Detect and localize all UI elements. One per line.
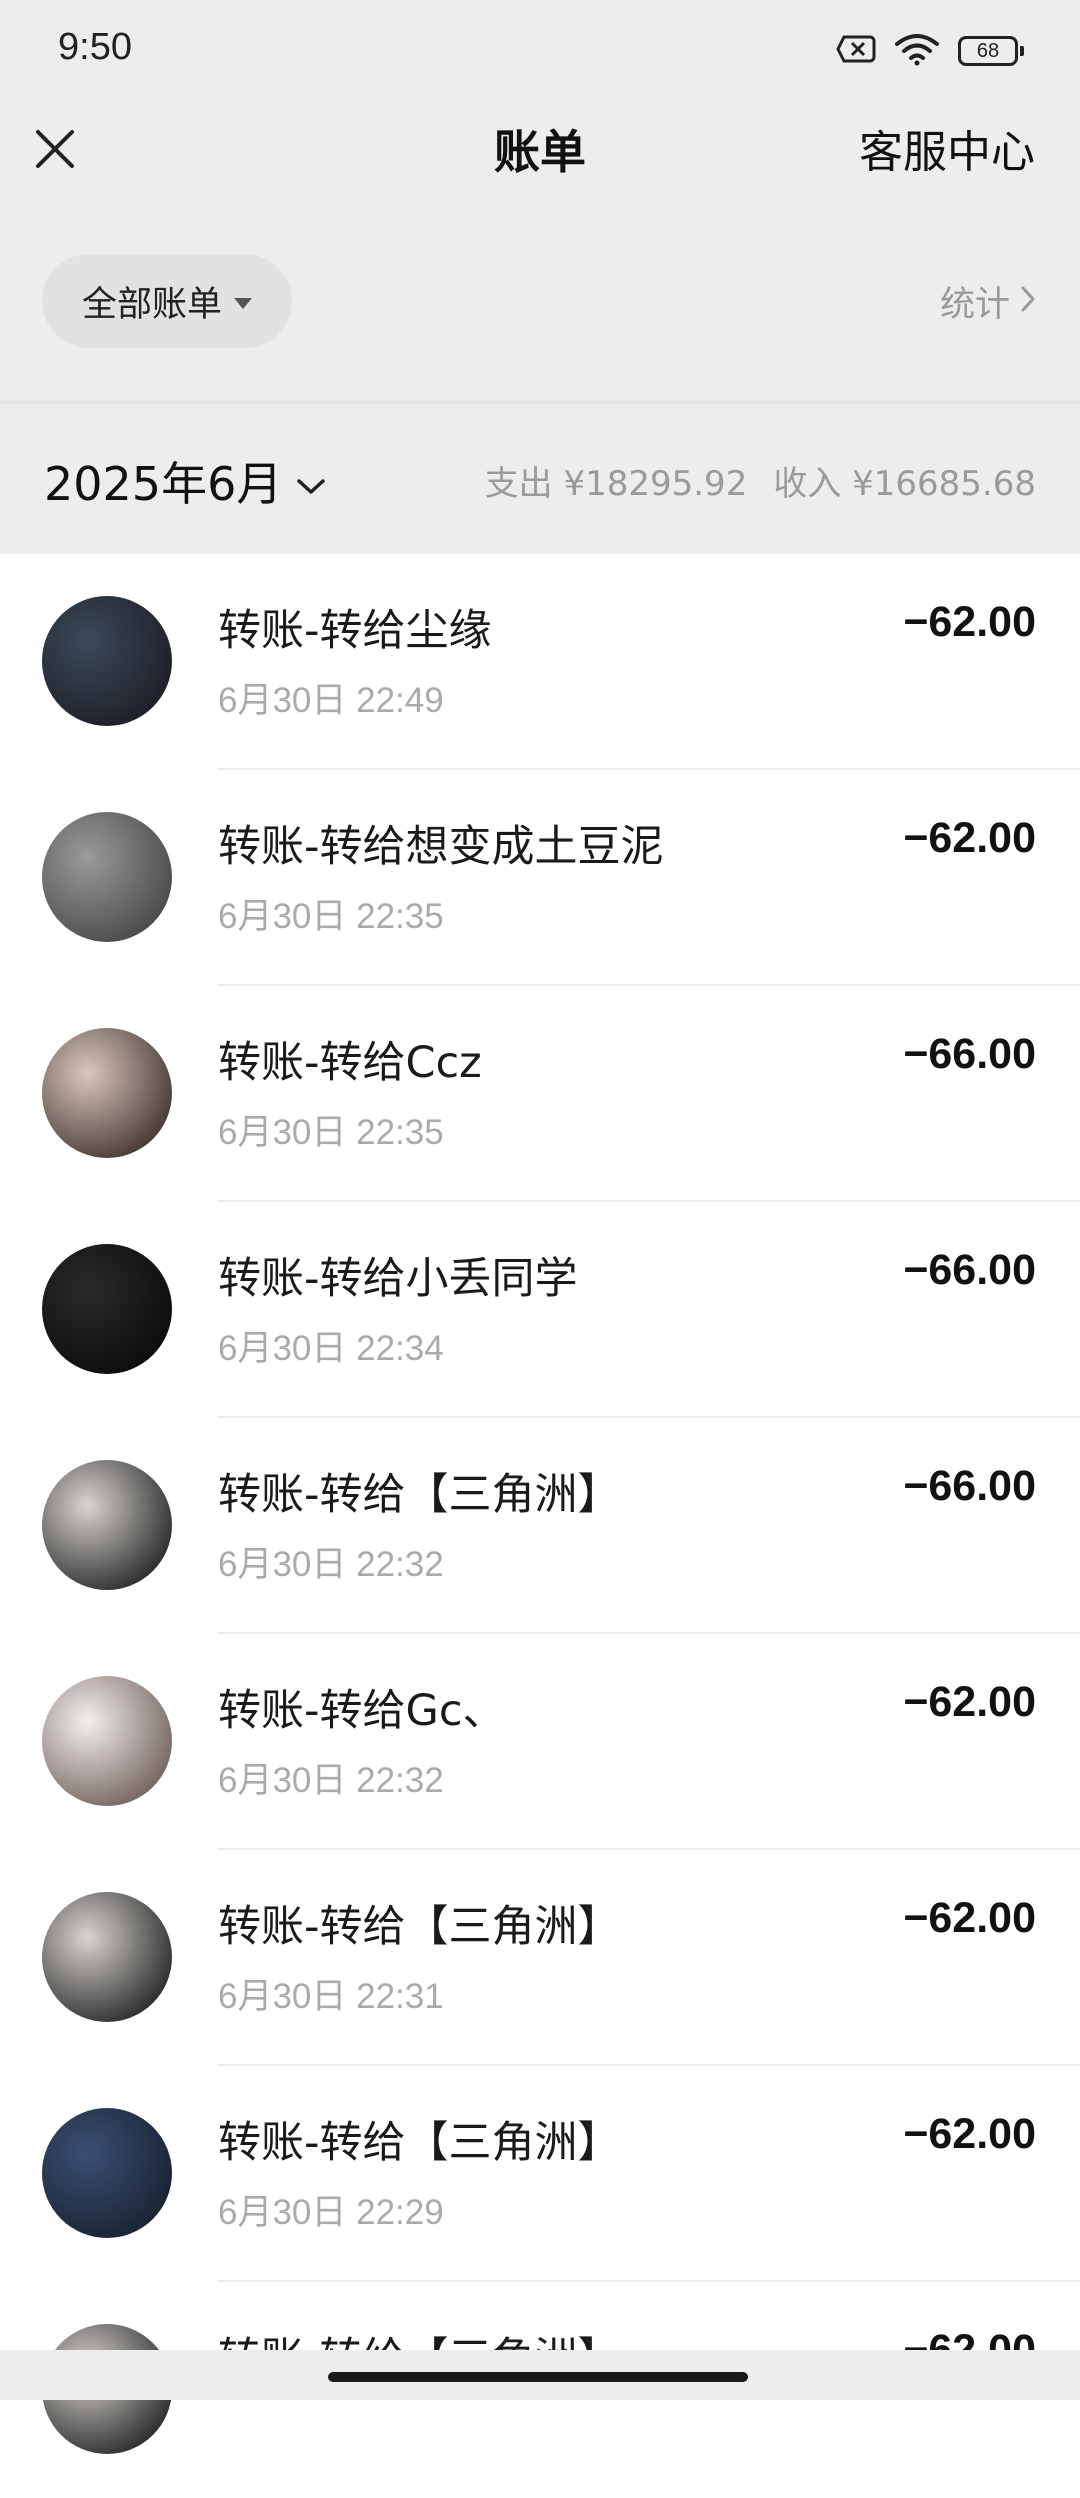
avatar (42, 1028, 172, 1158)
transaction-time: 6月30日 22:35 (218, 897, 444, 936)
avatar (42, 812, 172, 942)
home-indicator[interactable] (328, 2372, 748, 2382)
battery-icon: 68 (958, 36, 1024, 66)
transaction-row[interactable]: 转账-转给Gc、 6月30日 22:32 −62.00 (0, 1634, 1080, 1850)
transaction-title: 转账-转给尘缘 (218, 606, 492, 656)
transaction-time: 6月30日 22:49 (218, 681, 444, 720)
transaction-title: 转账-转给Gc、 (218, 1686, 506, 1736)
month-expense: 支出 ¥18295.92 (484, 464, 748, 504)
filter-bar: 全部账单 统计 (0, 214, 1080, 400)
transaction-title: 转账-转给【三角洲】 (218, 1470, 621, 1520)
transaction-title: 转账-转给小丢同学 (218, 1254, 578, 1304)
transaction-title: 转账-转给Ccz (218, 1038, 482, 1088)
month-income: 收入 ¥16685.68 (773, 464, 1036, 504)
month-summary: 支出 ¥18295.92 收入 ¥16685.68 (485, 456, 1036, 505)
bill-filter-dropdown[interactable]: 全部账单 (42, 254, 292, 348)
transaction-row[interactable]: 转账-转给【三角洲】 6月30日 22:32 −66.00 (0, 1418, 1080, 1634)
avatar (42, 1244, 172, 1374)
transaction-list: 转账-转给尘缘 6月30日 22:49 −62.00 转账-转给想变成土豆泥 6… (0, 554, 1080, 2498)
transaction-row[interactable]: 转账-转给【三角洲】 6月30日 22:31 −62.00 (0, 1850, 1080, 2066)
sim-blocked-icon (836, 33, 876, 69)
chevron-down-icon (296, 454, 326, 508)
transaction-amount: −66.00 (903, 1462, 1036, 1510)
nav-bar: 账单 客服中心 (0, 96, 1080, 214)
avatar (42, 1892, 172, 2022)
transaction-title: 转账-转给【三角洲】 (218, 1902, 621, 1952)
avatar (42, 596, 172, 726)
transaction-amount: −62.00 (903, 598, 1036, 646)
bill-filter-label: 全部账单 (81, 284, 222, 325)
status-time: 9:50 (58, 26, 132, 68)
transaction-time: 6月30日 22:34 (218, 1329, 444, 1368)
transaction-time: 6月30日 22:29 (218, 2193, 444, 2232)
transaction-time: 6月30日 22:32 (218, 1761, 444, 1800)
avatar (42, 1676, 172, 1806)
transaction-amount: −62.00 (903, 2110, 1036, 2158)
transaction-amount: −62.00 (903, 1894, 1036, 1942)
transaction-row[interactable]: 转账-转给Ccz 6月30日 22:35 −66.00 (0, 986, 1080, 1202)
transaction-time: 6月30日 22:31 (218, 1977, 444, 2016)
transaction-time: 6月30日 22:35 (218, 1113, 444, 1152)
transaction-row[interactable]: 转账-转给想变成土豆泥 6月30日 22:35 −62.00 (0, 770, 1080, 986)
customer-service-link[interactable]: 客服中心 (859, 116, 1035, 180)
transaction-title: 转账-转给想变成土豆泥 (218, 822, 664, 872)
month-selector[interactable]: 2025年6月 (44, 448, 326, 514)
month-label: 2025年6月 (44, 457, 283, 511)
wifi-icon (894, 32, 940, 70)
month-bar: 2025年6月 支出 ¥18295.92 收入 ¥16685.68 (0, 400, 1080, 554)
statistics-link[interactable]: 统计 (940, 276, 1036, 327)
transaction-row[interactable]: 转账-转给【三角洲】 6月30日 22:29 −62.00 (0, 2066, 1080, 2282)
transaction-amount: −62.00 (903, 814, 1036, 862)
avatar (42, 2108, 172, 2238)
status-icons: 68 (836, 32, 1024, 70)
transaction-time: 6月30日 22:32 (218, 1545, 444, 1584)
transaction-title: 转账-转给【三角洲】 (218, 2118, 621, 2168)
transaction-row[interactable]: 转账-转给尘缘 6月30日 22:49 −62.00 (0, 554, 1080, 770)
caret-down-icon (234, 297, 252, 309)
status-bar: 9:50 68 (0, 0, 1080, 96)
chevron-right-icon (1020, 282, 1036, 322)
transaction-amount: −66.00 (903, 1246, 1036, 1294)
transaction-row[interactable]: 转账-转给小丢同学 6月30日 22:34 −66.00 (0, 1202, 1080, 1418)
avatar (42, 1460, 172, 1590)
statistics-label: 统计 (939, 285, 1010, 325)
transaction-amount: −66.00 (903, 1030, 1036, 1078)
transaction-amount: −62.00 (903, 1678, 1036, 1726)
